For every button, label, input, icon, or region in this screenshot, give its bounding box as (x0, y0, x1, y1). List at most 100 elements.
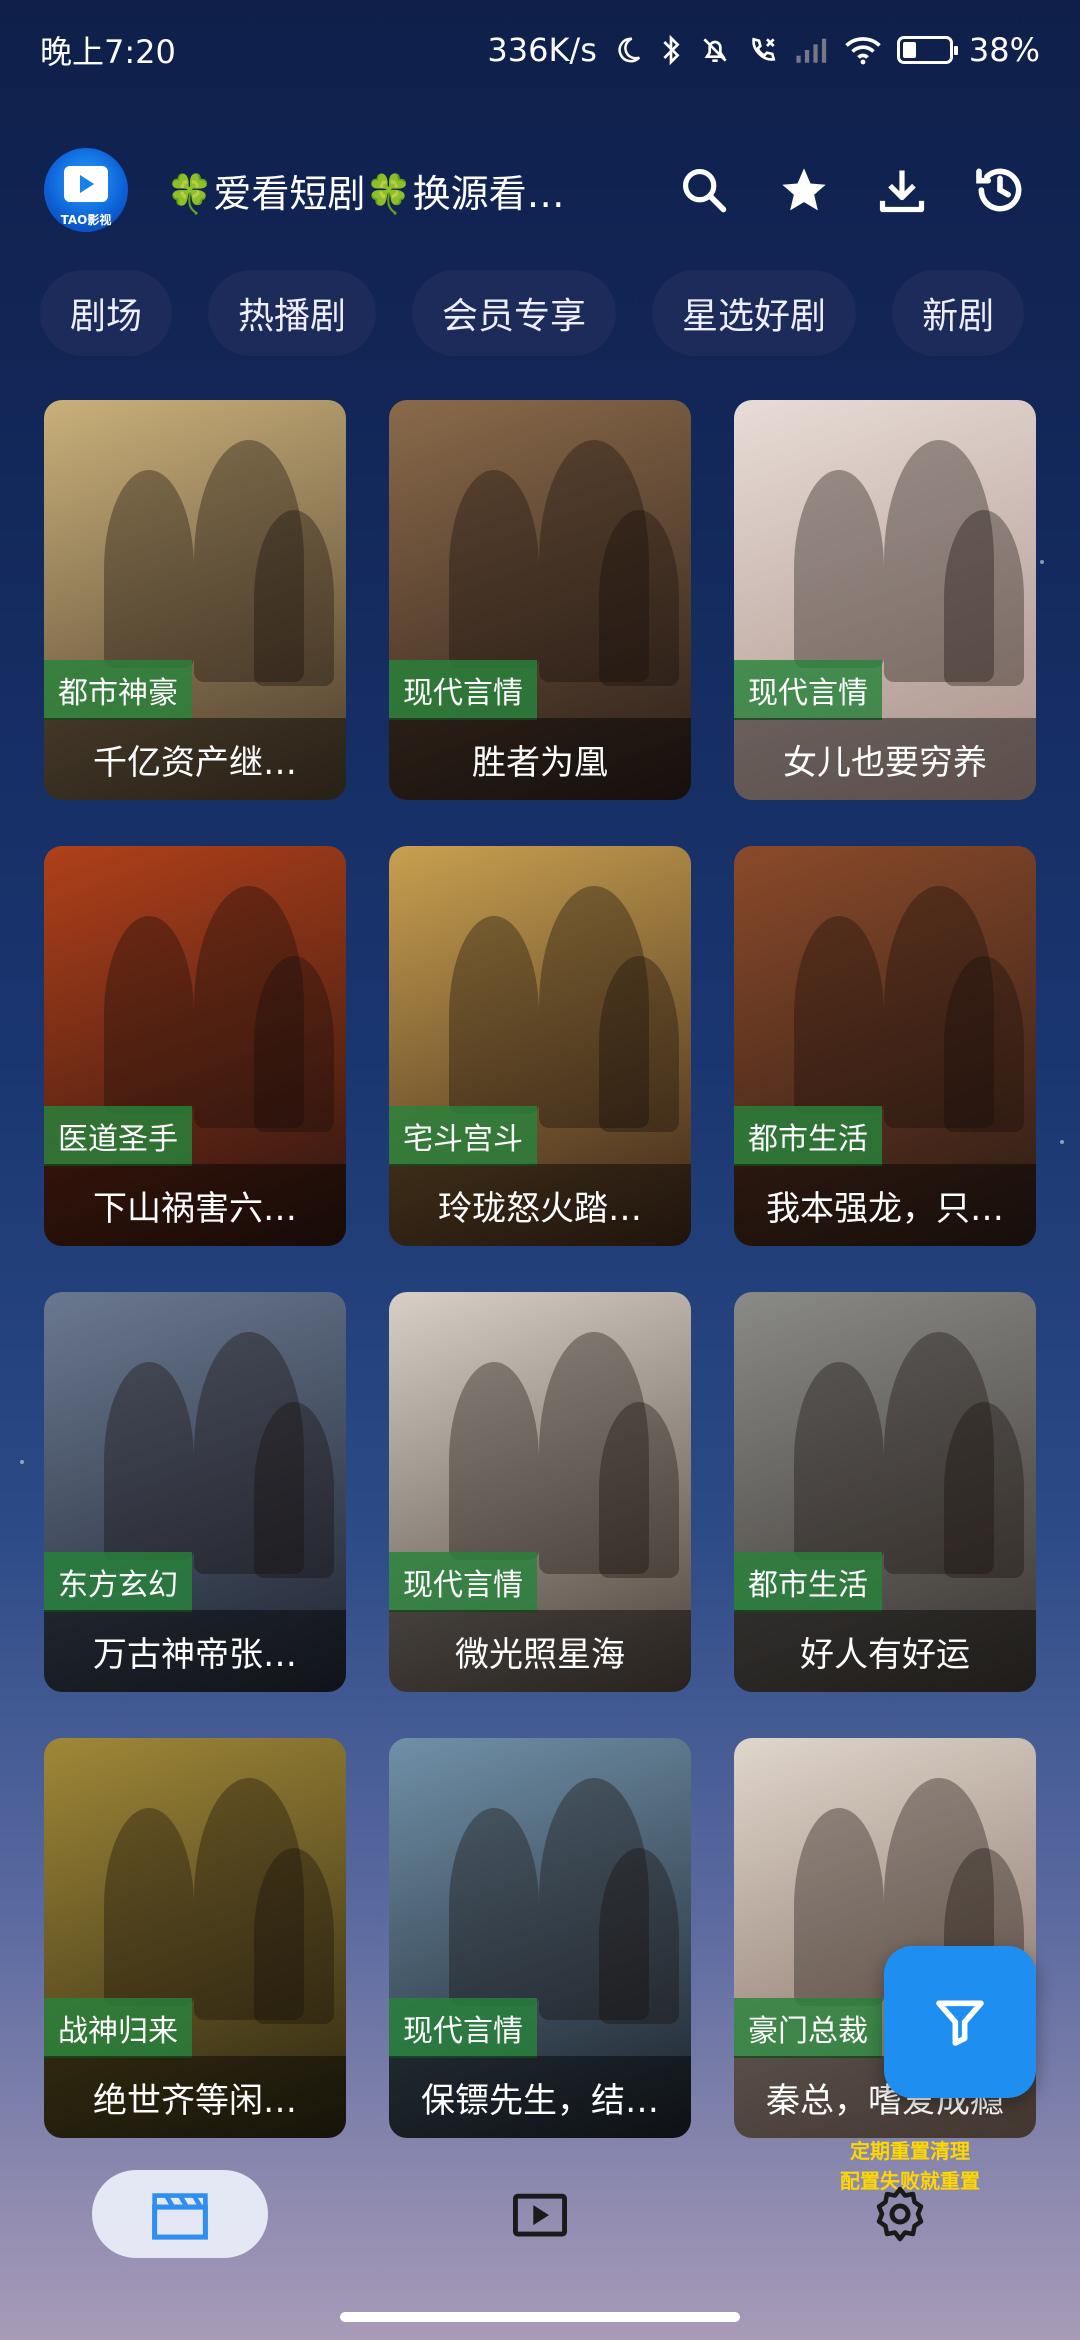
drama-title-bar: 女儿也要穷养 (734, 718, 1036, 800)
genre-tag: 宅斗宫斗 (389, 1106, 537, 1166)
poster-figure (599, 956, 679, 1132)
poster-figure (944, 1402, 1024, 1578)
moon-icon (618, 37, 641, 63)
search-button[interactable] (670, 156, 738, 224)
filter-button[interactable] (884, 1946, 1036, 2098)
mute-icon (703, 38, 727, 62)
drama-title: 我本强龙，只… (766, 1188, 1004, 1229)
drama-title: 保镖先生，结… (421, 2080, 659, 2121)
filter-icon (936, 2000, 984, 2046)
genre-tag: 都市神豪 (44, 660, 192, 720)
genre-tag: 医道圣手 (44, 1106, 192, 1166)
drama-card[interactable]: 都市生活我本强龙，只… (734, 846, 1036, 1246)
reset-notice-line1: 定期重置清理 (850, 2139, 970, 2163)
drama-card[interactable]: 东方玄幻万古神帝张… (44, 1292, 346, 1692)
app-logo[interactable]: TAO影视 (44, 148, 128, 232)
history-icon (976, 168, 1022, 212)
drama-card[interactable]: 现代言情女儿也要穷养 (734, 400, 1036, 800)
poster-figure (254, 1848, 334, 2024)
nav-videos[interactable] (480, 2170, 600, 2258)
drama-title: 下山祸害六… (93, 1188, 297, 1229)
poster-figure (449, 1808, 539, 2006)
history-button[interactable] (966, 156, 1034, 224)
drama-title: 绝世齐等闲… (93, 2080, 297, 2121)
drama-title: 好人有好运 (800, 1634, 970, 1675)
drama-card[interactable]: 现代言情 微光照星海 (389, 1292, 691, 1692)
logo-text: TAO影视 (60, 213, 112, 227)
poster-figure (104, 916, 194, 1114)
home-indicator (340, 2312, 740, 2322)
drama-title-bar: 微光照星海 (389, 1610, 691, 1692)
download-icon (879, 170, 925, 213)
source-title[interactable]: 🍀爱看短剧🍀换源看更... (166, 163, 596, 218)
background-speck (1040, 560, 1044, 564)
drama-card[interactable]: 都市神豪千亿资产继… (44, 400, 346, 800)
status-icons: 336K/s 38% (487, 31, 1040, 69)
nav-home[interactable] (92, 2170, 268, 2258)
status-time: 晚上7:20 (40, 33, 176, 71)
tab-new[interactable]: 新剧 (892, 270, 1025, 356)
film-icon (64, 166, 108, 202)
genre-tag: 东方玄幻 (44, 1552, 192, 1612)
genre-tag: 现代言情 (734, 660, 882, 720)
drama-card[interactable]: 战神归来绝世齐等闲… (44, 1738, 346, 2138)
drama-title-bar: 千亿资产继… (44, 718, 346, 800)
category-tabs: 剧场 热播剧 会员专享 星选好剧 新剧 (40, 270, 1080, 356)
poster-figure (599, 510, 679, 686)
poster-figure (449, 916, 539, 1114)
drama-title: 女儿也要穷养 (783, 742, 987, 783)
missed-call-icon (752, 37, 776, 61)
drama-card[interactable]: 现代言情保镖先生，结… (389, 1738, 691, 2138)
drama-title-bar: 万古神帝张… (44, 1610, 346, 1692)
poster-figure (104, 1808, 194, 2006)
poster-figure (104, 1362, 194, 1560)
play-box-icon (513, 2193, 567, 2237)
background-speck (1060, 1140, 1064, 1144)
background-speck (20, 1460, 24, 1464)
drama-card[interactable]: 宅斗宫斗 玲珑怒火踏… (389, 846, 691, 1246)
battery-icon (896, 36, 958, 64)
clapperboard-icon (152, 2193, 208, 2240)
drama-card[interactable]: 现代言情胜者为凰 (389, 400, 691, 800)
battery-percent: 38% (968, 31, 1040, 69)
poster-figure (794, 916, 884, 1114)
genre-tag: 现代言情 (389, 660, 537, 720)
tab-theater[interactable]: 剧场 (40, 270, 173, 356)
tab-vip[interactable]: 会员专享 (412, 270, 617, 356)
nav-settings[interactable] (840, 2170, 960, 2258)
drama-title-bar: 好人有好运 (734, 1610, 1036, 1692)
poster-figure (794, 470, 884, 668)
genre-tag: 战神归来 (44, 1998, 192, 2058)
net-speed: 336K/s (487, 31, 597, 69)
favorites-button[interactable] (770, 156, 838, 224)
poster-figure (449, 1362, 539, 1560)
poster-figure (794, 1362, 884, 1560)
poster-figure (254, 956, 334, 1132)
drama-title-bar: 保镖先生，结… (389, 2056, 691, 2138)
genre-tag: 豪门总裁 (734, 1998, 882, 2058)
genre-tag: 现代言情 (389, 1998, 537, 2058)
bottom-nav (0, 2170, 1080, 2270)
genre-tag: 都市生活 (734, 1552, 882, 1612)
search-icon (682, 168, 727, 213)
drama-title: 微光照星海 (455, 1634, 625, 1675)
tab-hot[interactable]: 热播剧 (208, 270, 377, 356)
download-button[interactable] (868, 156, 936, 224)
poster-figure (944, 510, 1024, 686)
drama-title: 千亿资产继… (93, 742, 297, 783)
poster-figure (944, 956, 1024, 1132)
drama-title: 胜者为凰 (472, 742, 608, 783)
drama-title-bar: 胜者为凰 (389, 718, 691, 800)
drama-card[interactable]: 医道圣手下山祸害六… (44, 846, 346, 1246)
poster-figure (254, 510, 334, 686)
star-icon (782, 168, 826, 211)
genre-tag: 都市生活 (734, 1106, 882, 1166)
signal-icon (796, 38, 827, 63)
status-bar: 晚上7:20 336K/s 38% (0, 0, 1080, 100)
poster-figure (254, 1402, 334, 1578)
tab-featured[interactable]: 星选好剧 (652, 270, 857, 356)
drama-title: 万古神帝张… (93, 1634, 297, 1675)
drama-card[interactable]: 都市生活好人有好运 (734, 1292, 1036, 1692)
bluetooth-icon (663, 34, 680, 66)
app-bar: TAO影视 🍀爱看短剧🍀换源看更... (0, 140, 1080, 240)
